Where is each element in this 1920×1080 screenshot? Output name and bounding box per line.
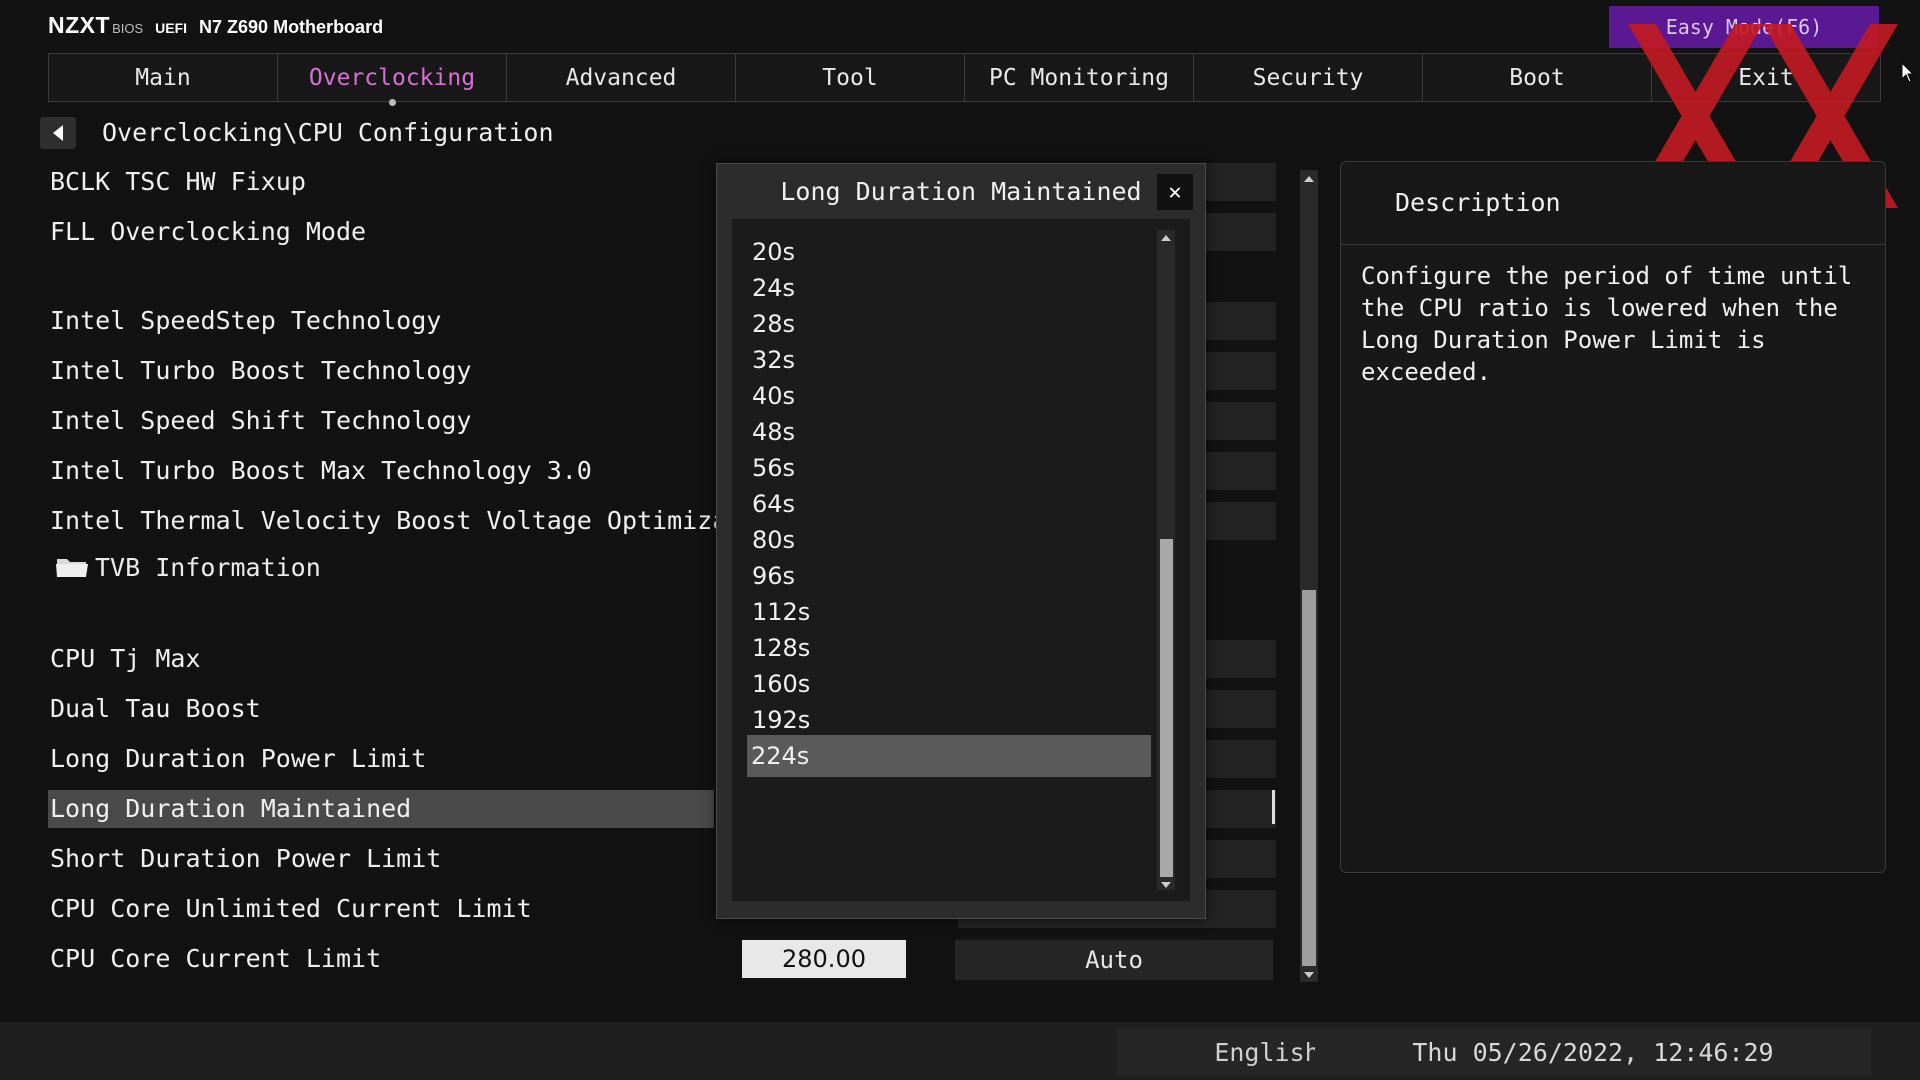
- setting-short-duration-power-limit[interactable]: Short Duration Power Limit: [50, 840, 441, 878]
- bios-label: BIOS: [112, 21, 144, 36]
- uefi-label: UEFI: [155, 20, 188, 36]
- setting-cpu-tj-max[interactable]: CPU Tj Max: [50, 640, 201, 678]
- board-name: N7 Z690 Motherboard: [199, 17, 384, 37]
- mouse-cursor-icon: [1902, 63, 1914, 83]
- tab-pc-monitoring[interactable]: PC Monitoring: [964, 53, 1194, 102]
- breadcrumb: Overclocking\CPU Configuration: [102, 118, 554, 147]
- tab-label: PC Monitoring: [988, 64, 1169, 91]
- tab-security[interactable]: Security: [1193, 53, 1423, 102]
- setting-long-duration-power-limit[interactable]: Long Duration Power Limit: [50, 740, 426, 778]
- tab-main[interactable]: Main: [48, 53, 278, 102]
- description-title: Description: [1395, 188, 1561, 217]
- tab-label: Tool: [822, 64, 878, 91]
- scroll-up-icon[interactable]: [1304, 176, 1314, 182]
- setting-bclk-tsc-hw-fixup[interactable]: BCLK TSC HW Fixup: [50, 163, 306, 201]
- back-arrow-icon: [53, 125, 63, 141]
- brand-name: NZXT: [48, 12, 111, 38]
- settings-scrollbar-thumb[interactable]: [1302, 590, 1316, 966]
- submenu-label: TVB Information: [95, 552, 321, 582]
- tab-tool[interactable]: Tool: [735, 53, 965, 102]
- slider-handle[interactable]: [1272, 790, 1275, 824]
- description-panel: Description Configure the period of time…: [1340, 161, 1886, 873]
- brand-logo: NZXT BIOS UEFI N7 Z690 Motherboard: [48, 12, 383, 39]
- active-tab-indicator: [389, 99, 396, 106]
- setting-tvb-voltage-optimizations[interactable]: Intel Thermal Velocity Boost Voltage Opt…: [50, 502, 803, 540]
- scroll-down-icon[interactable]: [1161, 882, 1171, 888]
- setting-dual-tau-boost[interactable]: Dual Tau Boost: [50, 690, 261, 728]
- description-text: Configure the period of time until the C…: [1361, 262, 1853, 386]
- setting-intel-speedstep[interactable]: Intel SpeedStep Technology: [50, 302, 441, 340]
- tab-boot[interactable]: Boot: [1422, 53, 1652, 102]
- tab-overclocking[interactable]: Overclocking: [277, 53, 507, 106]
- options-list: 20s 24s 28s 32s 40s 48s 56s 64s 80s 96s …: [732, 219, 1190, 901]
- tab-label: Main: [135, 64, 191, 91]
- close-glyph: ✕: [1168, 179, 1182, 205]
- current-limit-input[interactable]: 280.00: [742, 940, 906, 978]
- options-scrollbar-thumb[interactable]: [1160, 539, 1173, 877]
- tab-label: Advanced: [565, 64, 677, 91]
- setting-fll-overclocking-mode[interactable]: FLL Overclocking Mode: [50, 213, 366, 251]
- description-header: Description: [1341, 162, 1885, 245]
- setting-cpu-core-current-limit[interactable]: CPU Core Current Limit: [50, 940, 381, 978]
- tab-label: Boot: [1509, 64, 1565, 91]
- current-limit-mode-select[interactable]: Auto: [955, 940, 1273, 980]
- option-item-selected[interactable]: 224s: [747, 735, 1151, 777]
- date-time-display[interactable]: Thu 05/26/2022, 12:46:29: [1315, 1028, 1871, 1076]
- tab-label: Overclocking: [308, 64, 476, 91]
- main-tabs: Main Overclocking Advanced Tool PC Monit…: [48, 53, 1881, 106]
- setting-cpu-core-unlimited-current-limit[interactable]: CPU Core Unlimited Current Limit: [50, 890, 532, 928]
- setting-intel-speed-shift[interactable]: Intel Speed Shift Technology: [50, 402, 471, 440]
- setting-intel-turbo-boost[interactable]: Intel Turbo Boost Technology: [50, 352, 471, 390]
- tab-label: Security: [1252, 64, 1364, 91]
- back-button[interactable]: [40, 117, 76, 149]
- tab-advanced[interactable]: Advanced: [506, 53, 736, 102]
- folder-icon: [56, 559, 88, 577]
- setting-turbo-boost-max-3[interactable]: Intel Turbo Boost Max Technology 3.0: [50, 452, 592, 490]
- scroll-down-icon[interactable]: [1304, 972, 1314, 978]
- submenu-tvb-information[interactable]: TVB Information: [55, 550, 321, 584]
- scroll-up-icon[interactable]: [1161, 235, 1171, 241]
- options-dialog: Long Duration Maintained ✕ 20s 24s 28s 3…: [716, 163, 1206, 919]
- setting-long-duration-maintained[interactable]: Long Duration Maintained: [48, 790, 714, 828]
- dialog-title: Long Duration Maintained: [780, 177, 1142, 206]
- close-icon[interactable]: ✕: [1157, 174, 1193, 210]
